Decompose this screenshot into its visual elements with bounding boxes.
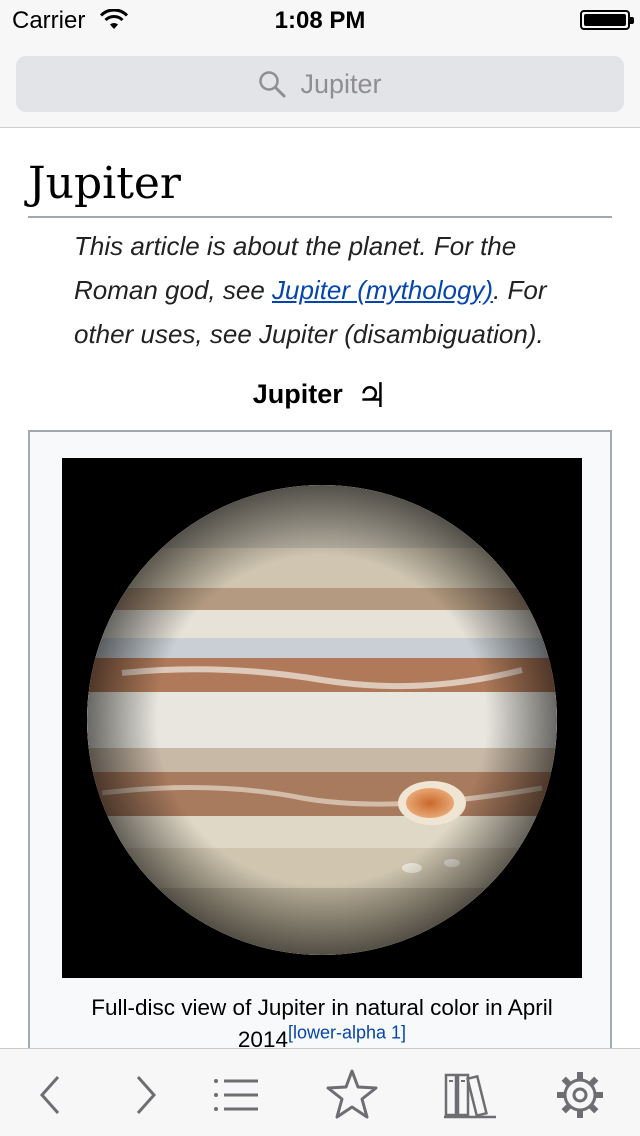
save-star-icon	[326, 1069, 378, 1119]
clock: 1:08 PM	[274, 7, 366, 34]
search-header: Jupiter	[0, 40, 640, 128]
jupiter-planet-graphic	[62, 458, 582, 978]
settings-button[interactable]	[552, 1067, 608, 1123]
infobox-title-text: Jupiter	[252, 379, 343, 409]
status-bar: Carrier 1:08 PM	[0, 0, 640, 40]
table-of-contents-icon	[214, 1079, 258, 1111]
jupiter-image[interactable]	[62, 458, 582, 978]
forward-icon	[136, 1076, 157, 1114]
forward-button[interactable]	[116, 1067, 172, 1123]
caption-reference-link[interactable]: [lower-alpha 1]	[288, 1023, 406, 1043]
search-field[interactable]: Jupiter	[16, 56, 624, 112]
bottom-toolbar	[0, 1048, 640, 1136]
back-button[interactable]	[24, 1067, 80, 1123]
article-content: Jupiter This article is about the planet…	[0, 128, 640, 1048]
jupiter-symbol-icon: ♃	[356, 376, 388, 416]
save-button[interactable]	[324, 1067, 380, 1123]
back-icon	[39, 1076, 60, 1114]
settings-gear-icon	[557, 1072, 603, 1118]
library-icon	[444, 1073, 496, 1119]
jupiter-mythology-link[interactable]: Jupiter (mythology)	[272, 275, 493, 305]
library-button[interactable]	[442, 1067, 498, 1123]
page-title: Jupiter	[28, 159, 612, 219]
infobox-title: Jupiter ♃	[0, 376, 640, 416]
infobox: Full-disc view of Jupiter in natural col…	[28, 430, 612, 1048]
image-caption: Full-disc view of Jupiter in natural col…	[50, 992, 594, 1048]
table-of-contents-button[interactable]	[208, 1067, 264, 1123]
search-field-text: Jupiter	[300, 68, 382, 99]
hatnote: This article is about the planet. For th…	[74, 224, 594, 356]
battery-icon	[580, 10, 634, 30]
search-icon	[259, 71, 286, 98]
